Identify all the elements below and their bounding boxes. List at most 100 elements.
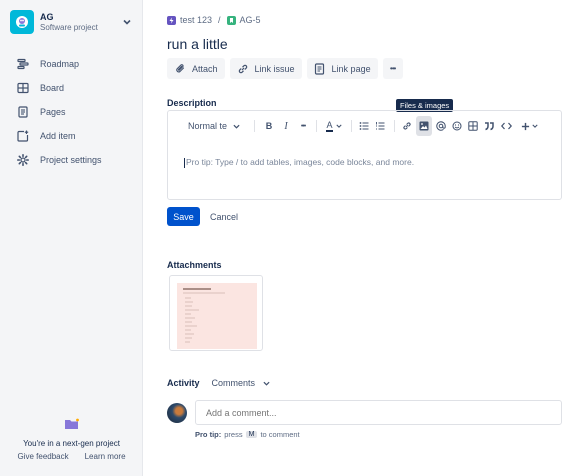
emoji-icon	[452, 121, 462, 131]
sidebar-item-project-settings[interactable]: Project settings	[16, 148, 136, 172]
toolbar-divider	[351, 120, 352, 132]
attach-label: Attach	[192, 63, 218, 74]
breadcrumb: test 123 / AG-5	[167, 14, 261, 26]
toolbar-divider	[316, 120, 317, 132]
mention-button[interactable]	[434, 116, 448, 136]
text-style-dropdown[interactable]: Normal te	[188, 116, 240, 136]
emoji-button[interactable]	[450, 116, 464, 136]
activity-filter-dropdown[interactable]: Comments	[212, 378, 272, 388]
text-caret	[184, 157, 185, 168]
pages-icon	[16, 105, 30, 119]
attachments-label: Attachments	[167, 260, 222, 270]
link-page-button[interactable]: Link page	[306, 58, 378, 79]
breadcrumb-separator: /	[218, 15, 221, 25]
project-name: AG	[40, 11, 54, 22]
text-style-label: Normal te	[188, 121, 228, 131]
text-color-dropdown[interactable]: A	[323, 116, 345, 136]
sidebar-item-pages[interactable]: Pages	[16, 100, 136, 124]
sidebar-item-label: Board	[40, 83, 65, 93]
give-feedback-link[interactable]: Give feedback	[17, 451, 68, 462]
more-actions-button[interactable]: •••	[382, 58, 403, 79]
cancel-button[interactable]: Cancel	[205, 207, 243, 226]
link-icon	[403, 122, 411, 130]
chevron-down-icon	[233, 124, 240, 129]
protip-press: press	[224, 430, 243, 439]
comment-protip: Pro tip: press M to comment	[195, 430, 300, 439]
sidebar-nav: Roadmap Board Pages Add item Project set…	[16, 52, 136, 172]
more-formatting-button[interactable]: •••	[295, 116, 311, 136]
rocket-avatar-icon	[16, 16, 28, 28]
table-icon	[468, 121, 478, 131]
italic-label: I	[284, 120, 288, 132]
numbered-list-button[interactable]	[373, 116, 387, 136]
project-avatar	[10, 10, 34, 34]
description-label: Description	[167, 98, 217, 108]
user-avatar[interactable]	[167, 403, 187, 423]
learn-more-link[interactable]: Learn more	[85, 451, 126, 462]
text-color-label: A	[326, 119, 333, 132]
story-icon	[226, 15, 236, 25]
insert-menu-button[interactable]	[518, 116, 540, 136]
sidebar-item-board[interactable]: Board	[16, 76, 136, 100]
protip-label: Pro tip:	[195, 430, 222, 439]
quote-button[interactable]	[482, 116, 496, 136]
image-icon	[419, 121, 429, 131]
bold-label: B	[265, 121, 273, 131]
more-label: •••	[389, 64, 396, 73]
chevron-down-icon	[531, 124, 538, 128]
table-button[interactable]	[466, 116, 480, 136]
activity-filter-label: Comments	[211, 378, 256, 388]
quote-icon	[485, 122, 494, 131]
save-button[interactable]: Save	[167, 207, 200, 226]
at-sign-icon	[436, 121, 446, 131]
next-gen-promo: You're in a next-gen project Give feedba…	[0, 418, 143, 462]
issue-actions: Attach Link issue Link page •••	[167, 58, 403, 79]
link-icon	[237, 63, 249, 75]
link-page-label: Link page	[331, 63, 371, 74]
more-formatting-label: •••	[300, 122, 306, 130]
description-editor[interactable]: Normal te B I ••• A Pro tip: Type / to a…	[167, 110, 562, 200]
bullet-list-icon	[359, 122, 369, 130]
promo-text: You're in a next-gen project	[23, 439, 120, 448]
attach-button[interactable]: Attach	[167, 58, 225, 79]
board-icon	[16, 81, 30, 95]
numbered-list-icon	[376, 122, 385, 130]
activity-label: Activity	[167, 378, 200, 388]
paperclip-icon	[174, 63, 186, 75]
bold-button[interactable]: B	[262, 116, 276, 136]
sidebar-item-add-item[interactable]: Add item	[16, 124, 136, 148]
code-button[interactable]	[498, 116, 514, 136]
editor-placeholder: Pro tip: Type / to add tables, images, c…	[184, 157, 414, 168]
folder-sparkle-icon	[64, 418, 80, 430]
code-icon	[500, 122, 512, 130]
protip-suffix: to comment	[260, 430, 300, 439]
toolbar-divider	[394, 120, 395, 132]
comment-input[interactable]	[195, 400, 562, 425]
protip-key: M	[245, 431, 258, 438]
chevron-down-icon	[335, 124, 342, 128]
gear-icon	[16, 153, 30, 167]
sidebar-item-label: Pages	[40, 107, 66, 117]
sidebar-item-label: Project settings	[40, 155, 102, 165]
chevron-down-icon[interactable]	[122, 17, 132, 27]
page-icon	[314, 62, 326, 75]
project-switcher[interactable]: AG Software project	[10, 10, 132, 34]
files-images-button[interactable]	[416, 116, 432, 136]
sidebar-item-roadmap[interactable]: Roadmap	[16, 52, 136, 76]
roadmap-icon	[16, 57, 30, 71]
chevron-down-icon	[263, 379, 271, 387]
project-type: Software project	[40, 22, 98, 32]
bullet-list-button[interactable]	[357, 116, 371, 136]
editor-placeholder-text: Pro tip: Type / to add tables, images, c…	[186, 157, 415, 167]
link-button[interactable]	[400, 116, 414, 136]
link-issue-button[interactable]: Link issue	[229, 58, 302, 79]
italic-button[interactable]: I	[279, 116, 293, 136]
link-issue-label: Link issue	[254, 63, 295, 74]
issue-title[interactable]: run a little	[167, 36, 228, 52]
sidebar-item-label: Roadmap	[40, 59, 80, 69]
attachment-thumbnail[interactable]	[169, 275, 263, 351]
breadcrumb-project[interactable]: test 123	[180, 15, 212, 25]
sidebar-item-label: Add item	[40, 131, 76, 141]
activity-header: Activity Comments	[167, 378, 271, 388]
breadcrumb-issue-key[interactable]: AG-5	[240, 15, 261, 25]
